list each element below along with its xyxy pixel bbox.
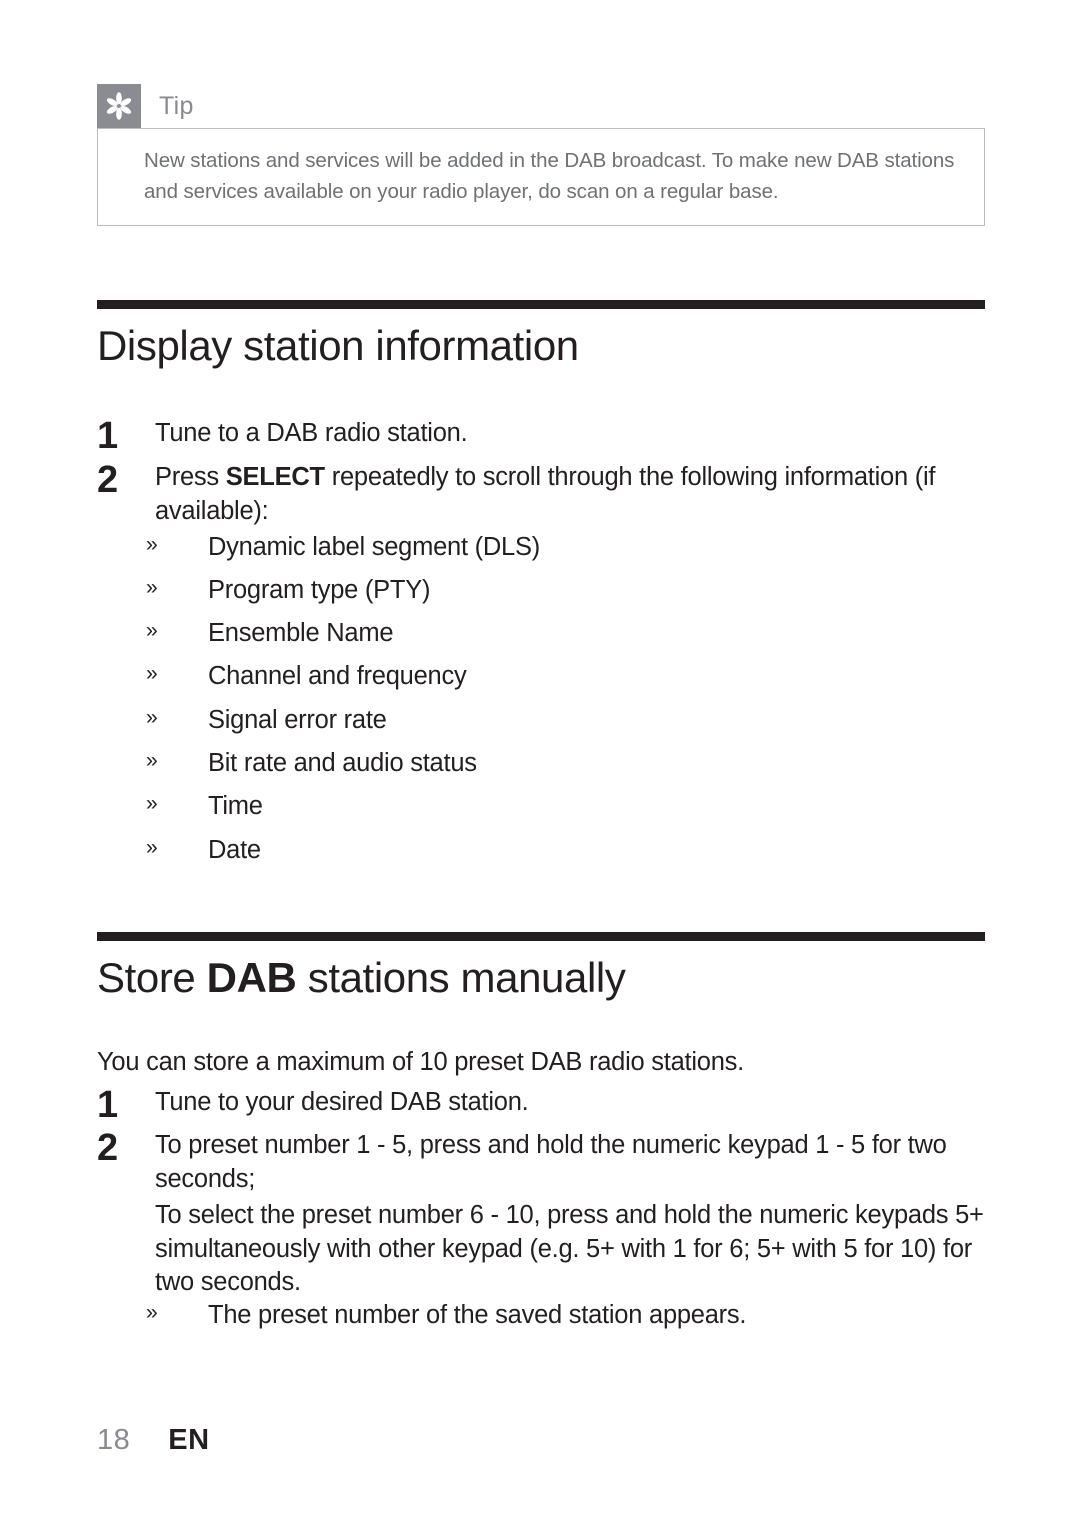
section-title-text-part1: Store xyxy=(97,954,207,1001)
tip-text: New stations and services will be added … xyxy=(144,149,955,204)
bullet-marker-icon: » xyxy=(146,576,158,599)
section-title-text: Display station information xyxy=(97,322,579,369)
step-text-lead: Press xyxy=(155,463,226,491)
section-title-display-station-information: Display station information xyxy=(97,325,579,367)
step-number: 2 xyxy=(97,459,118,501)
list-item: » Date xyxy=(146,834,1006,868)
list-item-label: Ensemble Name xyxy=(208,619,394,647)
step-number: 1 xyxy=(97,1084,118,1126)
bullet-marker-icon: » xyxy=(146,619,158,642)
tip-header: Tip xyxy=(97,84,985,128)
asterisk-flower-icon xyxy=(97,84,141,128)
step-1-display: 1 Tune to a DAB radio station. xyxy=(97,417,997,456)
step-2-display: 2 Press SELECT repeatedly to scroll thro… xyxy=(97,461,997,528)
section-title-text-emphasis: DAB xyxy=(206,954,297,1001)
step-2-continuation-paragraph: To select the preset number 6 - 10, pres… xyxy=(155,1201,984,1297)
list-item-label: The preset number of the saved station a… xyxy=(208,1301,747,1329)
tip-callout: Tip New stations and services will be ad… xyxy=(97,84,985,227)
list-item-label: Bit rate and audio status xyxy=(208,749,477,777)
step-text: To preset number 1 - 5, press and hold t… xyxy=(155,1131,947,1193)
tip-body: New stations and services will be added … xyxy=(97,128,985,227)
bullet-marker-icon: » xyxy=(146,706,158,729)
bullet-marker-icon: » xyxy=(146,749,158,772)
step-text-lead: Tune to a DAB radio station. xyxy=(155,419,468,447)
list-item: » The preset number of the saved station… xyxy=(146,1299,1006,1333)
bullet-marker-icon: » xyxy=(146,792,158,815)
step-1-store: 1 Tune to your desired DAB station. xyxy=(97,1086,997,1125)
list-item-label: Dynamic label segment (DLS) xyxy=(208,533,540,561)
step-text: Press SELECT repeatedly to scroll throug… xyxy=(155,461,997,528)
footer-page-number: 18 xyxy=(97,1424,131,1456)
section-rule-1 xyxy=(97,300,985,309)
list-item: » Program type (PTY) xyxy=(146,574,1006,608)
list-item-label: Time xyxy=(208,792,263,820)
tip-label: Tip xyxy=(159,91,194,120)
list-item-label: Program type (PTY) xyxy=(208,576,431,604)
bullet-marker-icon: » xyxy=(146,1301,158,1324)
step-text-emphasis: SELECT xyxy=(225,463,325,491)
footer-language-code: EN xyxy=(168,1424,210,1456)
step-number: 1 xyxy=(97,415,118,457)
section-title-text-part2: stations manually xyxy=(296,954,626,1001)
list-item: » Bit rate and audio status xyxy=(146,747,1006,781)
step-2-store: 2 To preset number 1 - 5, press and hold… xyxy=(97,1129,997,1196)
bullet-marker-icon: » xyxy=(146,662,158,685)
list-item-label: Signal error rate xyxy=(208,706,387,734)
page-footer: 18 EN xyxy=(97,1424,210,1457)
list-item-label: Date xyxy=(208,836,261,864)
section-rule-2 xyxy=(97,932,985,941)
step-number: 2 xyxy=(97,1127,118,1169)
list-item: » Time xyxy=(146,790,1006,824)
list-item: » Channel and frequency xyxy=(146,660,1006,694)
bullet-marker-icon: » xyxy=(146,533,158,556)
step-text: Tune to a DAB radio station. xyxy=(155,417,997,456)
list-item: » Ensemble Name xyxy=(146,617,1006,651)
bullet-marker-icon: » xyxy=(146,836,158,859)
list-item: » Signal error rate xyxy=(146,704,1006,738)
list-item: » Dynamic label segment (DLS) xyxy=(146,531,1006,565)
section-intro-paragraph: You can store a maximum of 10 preset DAB… xyxy=(97,1048,744,1076)
section-title-store-dab-stations-manually: Store DAB stations manually xyxy=(97,954,626,1001)
list-item-label: Channel and frequency xyxy=(208,662,467,690)
step-text: Tune to your desired DAB station. xyxy=(155,1088,529,1116)
document-page: Tip New stations and services will be ad… xyxy=(0,0,1080,1527)
